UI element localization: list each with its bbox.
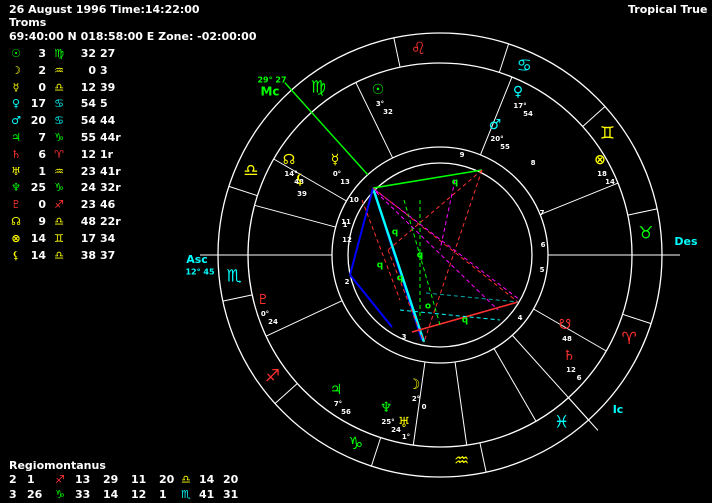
- sign-divider: [498, 43, 510, 73]
- house-number: 4: [518, 314, 523, 322]
- placed-planet-minutes: 55: [500, 143, 510, 151]
- zodiac-sign-icon: ♋: [517, 56, 532, 76]
- placed-planet-icon: ☉: [372, 82, 385, 98]
- placed-planet-degree: 12: [566, 366, 576, 374]
- placed-planet-minutes: 13: [340, 178, 350, 186]
- mc-axis-line: [284, 82, 369, 176]
- placed-planet-degree: 17°: [513, 102, 526, 110]
- des-label: Des: [674, 235, 698, 248]
- sign-divider: [627, 208, 658, 216]
- placed-planet-degree: 18: [597, 170, 607, 178]
- placed-planet-minutes: 24: [268, 318, 278, 326]
- sign-divider: [222, 294, 253, 302]
- house-number: 10: [349, 196, 359, 204]
- aspect-line: [387, 169, 483, 251]
- aspect-line: [349, 274, 393, 328]
- placed-planet-degree: 2°: [412, 395, 420, 403]
- placed-planet-degree: 0°: [333, 170, 341, 178]
- sign-divider: [622, 313, 652, 325]
- placed-planet-icon: ♇: [257, 292, 270, 308]
- placed-planet-icon: ♅: [398, 415, 411, 431]
- zodiac-sign-icon: ♈: [621, 329, 636, 349]
- sign-divider: [370, 437, 382, 467]
- aspect-mark: q: [392, 228, 398, 238]
- placed-planet-icon: ♄: [563, 348, 576, 364]
- placed-planet-icon: ♀: [513, 84, 523, 100]
- placed-planet-minutes: 56: [341, 408, 351, 416]
- aspect-mark: q: [462, 316, 468, 326]
- sign-divider: [393, 37, 401, 68]
- mc-degree: 29° 27: [257, 76, 286, 85]
- placed-planet-minutes: 0: [422, 403, 427, 411]
- zodiac-sign-icon: ♉: [638, 223, 653, 243]
- house-number: 8: [531, 159, 536, 167]
- placed-planet-minutes: 32: [383, 108, 393, 116]
- placed-planet-degree: 3°: [376, 100, 384, 108]
- placed-planet-minutes: 14: [605, 178, 615, 186]
- aspect-line: [403, 199, 441, 326]
- aspect-line: [439, 179, 456, 251]
- placed-planet-degree: 7°: [334, 400, 342, 408]
- house-cusp-line: [539, 182, 619, 216]
- placed-planet-degree: 48: [562, 335, 572, 343]
- house-number: 9: [460, 151, 465, 159]
- ic-label: Ic: [613, 403, 624, 416]
- zodiac-sign-icon: ♓: [554, 412, 569, 432]
- zodiac-sign-icon: ♑: [348, 434, 363, 454]
- zodiac-sign-icon: ♒: [454, 451, 469, 471]
- aspect-mark: q: [417, 251, 423, 261]
- zodiac-sign-icon: ♐: [265, 367, 280, 387]
- house-number: 7: [540, 209, 545, 217]
- placed-planet-icon: ☿: [331, 152, 340, 168]
- asc-label: Asc: [186, 253, 208, 266]
- asc-degree: 12° 45: [185, 268, 214, 277]
- placed-planet-minutes: 54: [523, 110, 533, 118]
- zodiac-sign-icon: ♍: [311, 78, 326, 98]
- house-cusp-line: [454, 361, 468, 446]
- aspect-mark: q: [377, 261, 383, 271]
- zodiac-sign-icon: ♊: [600, 123, 615, 143]
- wheel-ring-3: [331, 146, 549, 364]
- house-number: 3: [402, 333, 407, 341]
- house-number: 6: [541, 241, 546, 249]
- house-number: 12: [342, 236, 352, 244]
- placed-planet-minutes: 6: [577, 374, 582, 382]
- aspect-line: [425, 292, 519, 303]
- placed-planet-icon: ☽: [408, 377, 421, 393]
- house-cusp-line: [254, 204, 336, 228]
- chart-wheel: ♌♋♊♉♈♓♒♑♐♏♎♍123456789101112Mc29° 27Asc12…: [185, 32, 698, 478]
- house-number: 2: [345, 278, 350, 286]
- mc-label: Mc: [260, 85, 279, 99]
- placed-planet-icon: ☊: [283, 152, 295, 168]
- placed-planet-degree: 25°: [381, 418, 394, 426]
- aspect-mark: q: [452, 178, 458, 188]
- house-cusp-line: [493, 348, 537, 422]
- aspect-line: [423, 169, 483, 343]
- placed-planet-degree: 0°: [261, 310, 269, 318]
- aspect-mark: q: [397, 274, 403, 284]
- placed-planet-icon: ♂: [489, 117, 502, 133]
- aspect-line: [372, 169, 483, 189]
- sign-divider: [479, 442, 487, 473]
- zodiac-sign-icon: ♏: [227, 267, 242, 287]
- placed-planet-degree: 1°: [402, 433, 410, 441]
- placed-planet-degree: 39: [297, 190, 307, 198]
- placed-planet-icon: ⚸: [295, 172, 305, 188]
- aspect-mark: o: [425, 302, 431, 312]
- house-number: 11: [341, 218, 351, 226]
- house-number: 5: [540, 266, 545, 274]
- placed-planet-icon: ♆: [380, 400, 393, 416]
- placed-planet-degree: 20°: [490, 135, 503, 143]
- placed-planet-icon: ⊗: [594, 152, 606, 168]
- placed-planet-icon: ♃: [330, 382, 343, 398]
- zodiac-sign-icon: ♎: [243, 161, 258, 181]
- sign-divider: [228, 185, 258, 197]
- placed-planet-icon: ☋: [559, 317, 571, 333]
- zodiac-sign-icon: ♌: [411, 39, 426, 59]
